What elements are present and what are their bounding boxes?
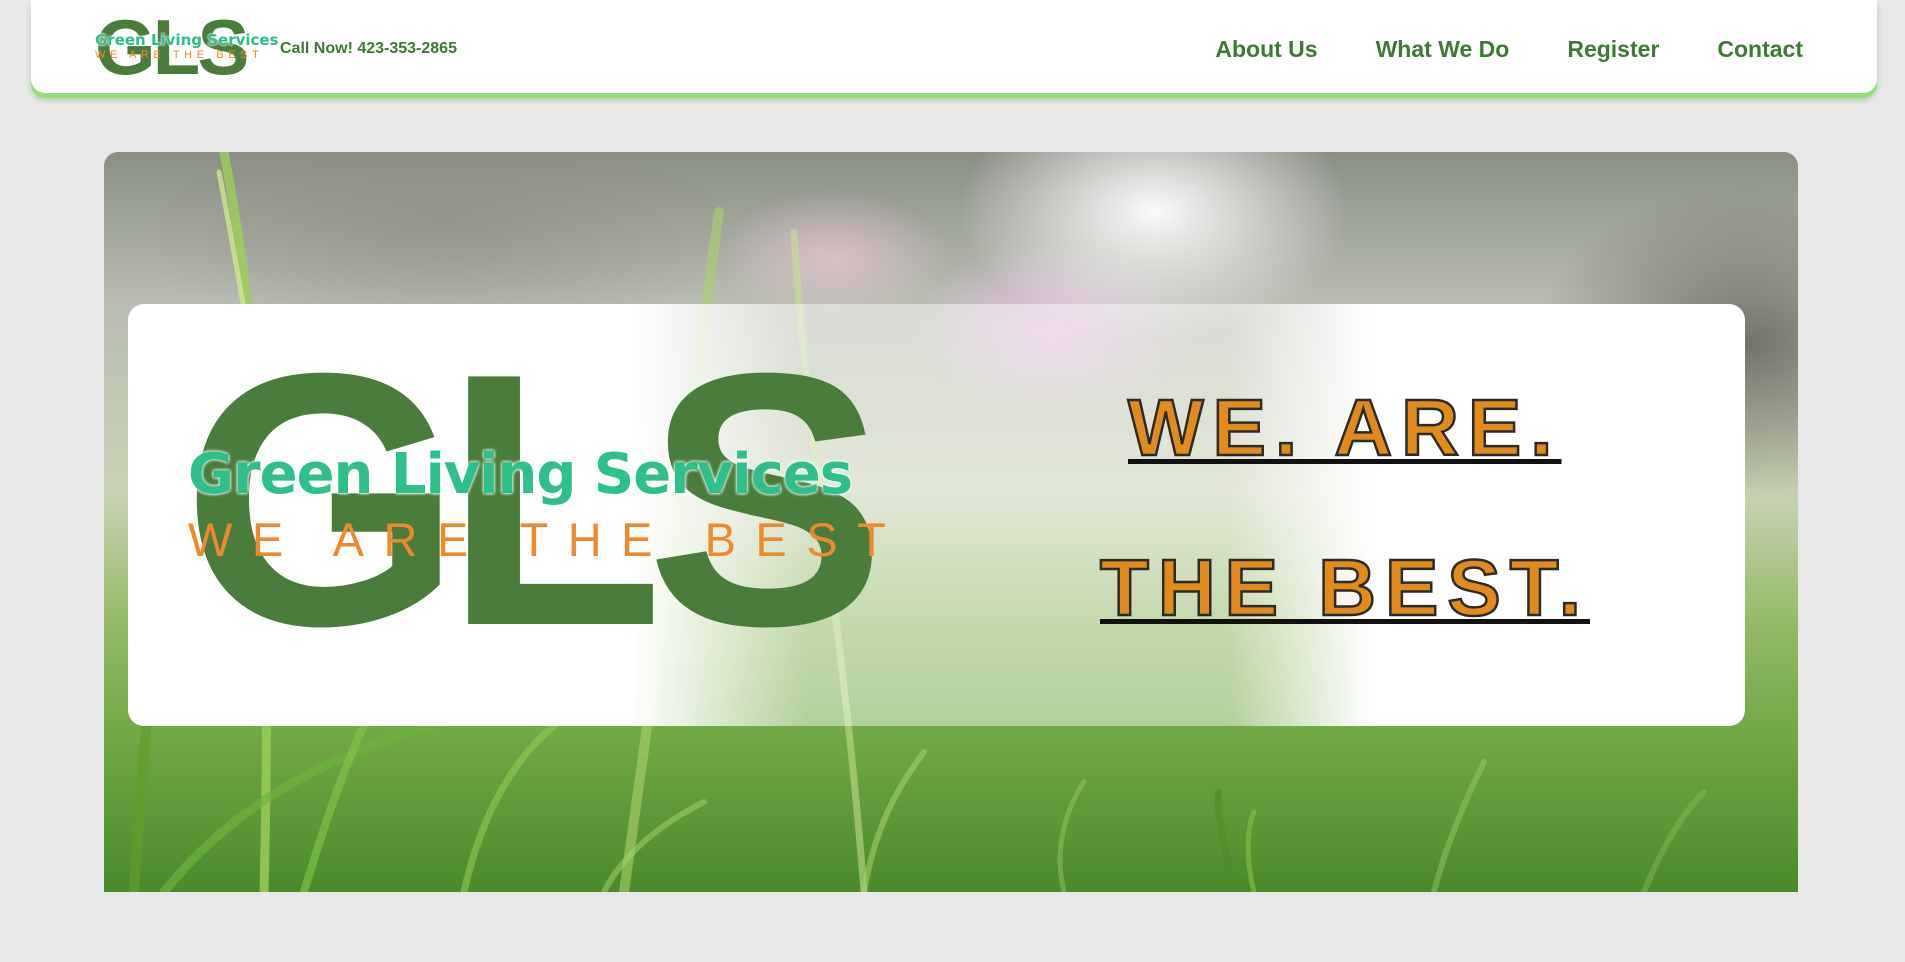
logo-tagline: WE ARE THE BEST	[95, 49, 264, 61]
nav-register[interactable]: Register	[1567, 36, 1659, 63]
phone-call-link[interactable]: Call Now! 423-353-2865	[280, 40, 457, 58]
hero-logo-company-name: Green Living Services	[188, 442, 853, 507]
main-nav: About Us What We Do Register Contact	[1215, 36, 1803, 63]
hero-card: GLS Green Living Services WE ARE THE BES…	[128, 304, 1745, 726]
site-header: GLS Green Living Services WE ARE THE BES…	[31, 0, 1877, 93]
hero-logo: GLS Green Living Services WE ARE THE BES…	[182, 320, 886, 680]
page: GLS Green Living Services WE ARE THE BES…	[0, 0, 1905, 962]
nav-what-we-do[interactable]: What We Do	[1376, 36, 1510, 63]
nav-about-us[interactable]: About Us	[1215, 36, 1317, 63]
nav-contact[interactable]: Contact	[1717, 36, 1803, 63]
hero-slogan-line-2: THE BEST.	[1099, 543, 1590, 632]
hero-logo-tagline: WE ARE THE BEST	[188, 513, 906, 566]
hero-slogan-line-1: WE. ARE.	[1127, 383, 1562, 472]
hero-banner: GLS Green Living Services WE ARE THE BES…	[104, 152, 1798, 892]
header-logo[interactable]: GLS Green Living Services WE ARE THE BES…	[95, 8, 279, 86]
logo-company-name: Green Living Services	[95, 31, 279, 49]
